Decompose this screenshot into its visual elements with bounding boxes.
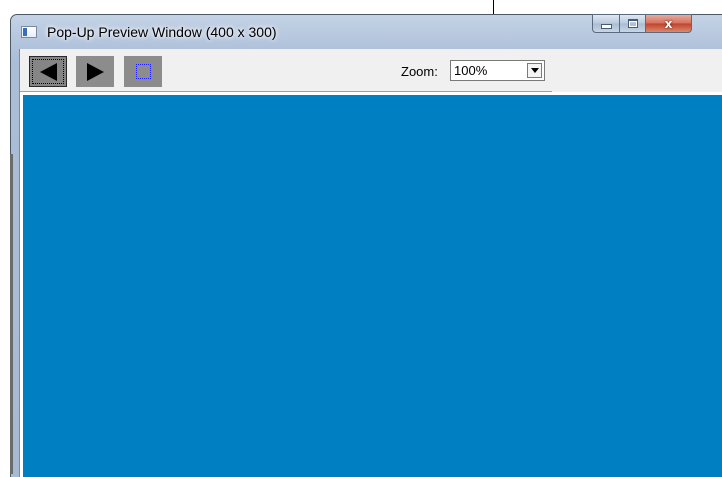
title-bar[interactable]: Pop-Up Preview Window (400 x 300) x	[11, 14, 722, 49]
focus-ring	[32, 59, 64, 84]
window-title: Pop-Up Preview Window (400 x 300)	[47, 24, 277, 40]
maximize-button[interactable]	[620, 14, 646, 33]
toolbar-divider	[20, 91, 552, 92]
preview-canvas[interactable]	[23, 95, 722, 477]
close-icon: x	[664, 16, 673, 31]
zoom-value: 100%	[454, 63, 488, 78]
triangle-right-icon	[86, 62, 104, 81]
close-button[interactable]: x	[646, 14, 692, 33]
forward-button[interactable]	[76, 56, 114, 87]
preview-window: Pop-Up Preview Window (400 x 300) x Zoom…	[10, 14, 722, 477]
minimize-button[interactable]	[592, 14, 620, 33]
maximize-icon	[627, 19, 638, 28]
window-client-area: Zoom: 100%	[19, 49, 722, 477]
zoom-dropdown[interactable]: 100%	[450, 60, 545, 81]
toolbar: Zoom: 100%	[20, 49, 722, 92]
minimize-icon	[600, 24, 612, 29]
window-app-icon	[21, 26, 37, 38]
caption-buttons: x	[592, 14, 692, 34]
dotted-square-icon	[135, 64, 151, 79]
chevron-down-icon[interactable]	[527, 63, 542, 78]
back-button[interactable]	[29, 56, 67, 87]
screenshot: Pop-Up Preview Window (400 x 300) x Zoom…	[0, 0, 722, 477]
select-area-button[interactable]	[124, 56, 162, 87]
window-left-edge	[10, 154, 13, 474]
zoom-label: Zoom:	[401, 64, 438, 79]
